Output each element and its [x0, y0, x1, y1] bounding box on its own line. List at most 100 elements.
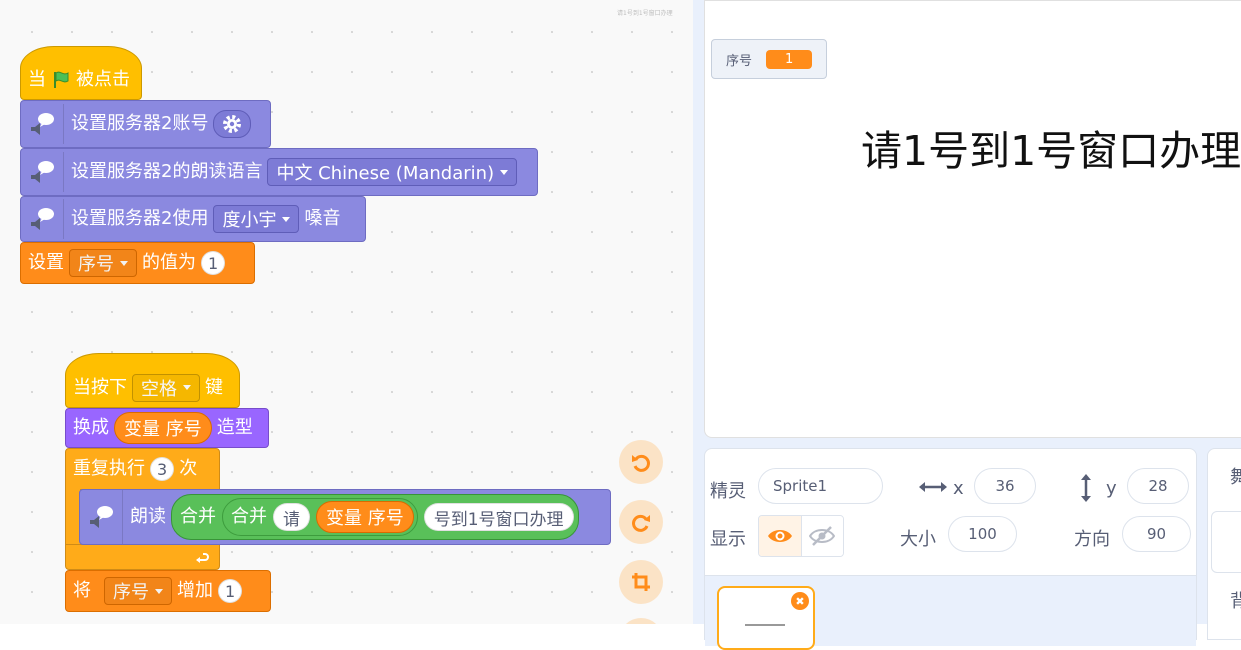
chevron-down-icon [155, 588, 163, 594]
repeat-c-arm [65, 489, 80, 545]
show-toggle-group [758, 515, 844, 557]
variable-dropdown[interactable]: 序号 [69, 249, 137, 277]
when-flag-clicked-block[interactable]: 当 被点击 [20, 46, 142, 100]
variable-monitor[interactable]: 序号 1 [711, 39, 828, 79]
speak-block[interactable]: 朗读 合并 合并 请 变量 序号 号到1号窗口办理 [79, 489, 611, 545]
chevron-down-icon [282, 216, 291, 222]
language-dropdown-value: 中文 Chinese (Mandarin) [276, 163, 495, 184]
crop-icon [632, 573, 650, 591]
x-position-icon [919, 482, 947, 492]
x-label: x [953, 478, 964, 499]
repeat-label: 重复执行 [73, 458, 145, 479]
stage-pane-title: 舞 [1230, 463, 1241, 489]
chevron-down-icon [120, 260, 128, 266]
repeat-count-input[interactable]: 3 [150, 457, 175, 481]
variable-monitor-value: 1 [766, 49, 813, 69]
sprite-text: 请1号到1号窗口办理 [861, 127, 1241, 175]
undo-button[interactable] [619, 440, 663, 484]
backdrop-thumbnail[interactable] [1211, 511, 1241, 573]
change-variable-dropdown[interactable]: 序号 [104, 577, 172, 605]
hat-key-label: 键 [205, 376, 223, 398]
set-variable-label: 设置 [28, 252, 64, 273]
direction-label: 方向 [1074, 529, 1110, 550]
eye-icon [767, 530, 792, 542]
direction-field[interactable]: 90 [1122, 516, 1191, 552]
variable-monitor-label: 序号 [726, 53, 753, 69]
set-voice-label: 设置服务器2使用 [71, 208, 209, 229]
delete-sprite-icon[interactable]: ✖ [791, 592, 809, 610]
join-variable-reporter[interactable]: 变量 序号 [316, 501, 414, 533]
set-account-label: 设置服务器2账号 [71, 113, 209, 134]
switch-costume-block[interactable]: 换成 变量 序号 造型 [65, 408, 269, 448]
stage-backdrop-pane: 舞 背 [1207, 448, 1241, 640]
voice-dropdown-value: 度小宇 [222, 210, 277, 231]
size-label: 大小 [900, 529, 936, 550]
key-dropdown-value: 空格 [141, 378, 177, 400]
join-inner-label: 合并 [231, 506, 267, 527]
language-dropdown[interactable]: 中文 Chinese (Mandarin) [267, 158, 518, 186]
text-to-speech-icon [21, 199, 64, 239]
voice-dropdown[interactable]: 度小宇 [213, 205, 300, 233]
set-variable-mid-label: 的值为 [142, 252, 196, 273]
hat-when-label: 当 [28, 69, 46, 90]
set-language-label: 设置服务器2的朗读语言 [71, 161, 263, 182]
y-position-field[interactable]: 28 [1127, 468, 1189, 504]
set-language-block[interactable]: 设置服务器2的朗读语言 中文 Chinese (Mandarin) [20, 148, 538, 196]
join-inner-reporter[interactable]: 合并 请 变量 序号 [222, 498, 418, 536]
show-sprite-button[interactable] [759, 516, 802, 556]
y-label: y [1106, 478, 1117, 499]
repeat-block[interactable]: 重复执行 3 次 [65, 448, 220, 490]
cleanup-button[interactable] [619, 560, 663, 604]
stage-canvas[interactable]: 序号 1 请1号到1号窗口办理 [704, 0, 1241, 438]
change-value-input[interactable]: 1 [218, 579, 243, 603]
hat-press-label: 当按下 [73, 376, 127, 398]
change-label: 将 [73, 580, 91, 601]
set-voice-block[interactable]: 设置服务器2使用 度小宇 嗓音 [20, 196, 366, 242]
repeat-block-bottom [65, 544, 220, 570]
set-variable-value-input[interactable]: 1 [201, 251, 226, 275]
gear-icon[interactable] [213, 110, 252, 138]
thumbnail-preview-line [745, 624, 785, 626]
text-to-speech-icon [21, 104, 64, 144]
change-variable-block[interactable]: 将 序号 增加 1 [65, 570, 271, 612]
change-mid-label: 增加 [177, 580, 213, 601]
join-text-input-1[interactable]: 请 [273, 503, 310, 531]
join-outer-label: 合并 [180, 506, 216, 527]
speak-label: 朗读 [130, 506, 166, 527]
loop-arrow-icon [196, 553, 209, 563]
undo-icon [632, 454, 650, 472]
eye-slash-icon [809, 526, 836, 546]
chevron-down-icon [183, 385, 191, 390]
join-text-input-2[interactable]: 号到1号窗口办理 [423, 503, 574, 531]
redo-icon [632, 514, 650, 532]
zoom-button[interactable] [619, 618, 663, 624]
code-workspace[interactable]: 请1号到1号窗口办理 当 被点击 设置服务器2账号 设置服务器2的朗读语言 中文… [0, 0, 693, 624]
backdrop-label: 背 [1230, 587, 1241, 613]
switch-costume-label: 换成 [73, 417, 109, 438]
hide-sprite-button[interactable] [801, 516, 843, 556]
x-position-field[interactable]: 36 [974, 468, 1036, 504]
sprite-list: ✖ [705, 575, 1196, 650]
key-dropdown[interactable]: 空格 [132, 373, 200, 402]
join-outer-reporter[interactable]: 合并 合并 请 变量 序号 号到1号窗口办理 [171, 494, 579, 540]
sprite-info-pane: 精灵 Sprite1 x 36 y 28 显示 大小 100 方向 90 ✖ [704, 448, 1197, 650]
green-flag-icon [54, 71, 69, 88]
sprite-label: 精灵 [710, 481, 746, 502]
set-account-block[interactable]: 设置服务器2账号 [20, 100, 271, 148]
voice-suffix-label: 嗓音 [304, 208, 341, 229]
when-key-pressed-block[interactable]: 当按下 空格 键 [65, 353, 240, 408]
workspace-caption: 请1号到1号窗口办理 [617, 10, 673, 17]
sprite-thumbnail[interactable]: ✖ [717, 586, 815, 650]
sprite-name-field[interactable]: Sprite1 [758, 468, 883, 504]
set-variable-block[interactable]: 设置 序号 的值为 1 [20, 242, 255, 284]
variable-dropdown-value: 序号 [78, 254, 114, 275]
hat-clicked-label: 被点击 [76, 69, 130, 90]
size-field[interactable]: 100 [948, 516, 1017, 552]
redo-button[interactable] [619, 500, 663, 544]
change-variable-dropdown-value: 序号 [113, 582, 149, 603]
text-to-speech-icon [80, 490, 123, 544]
costume-variable-reporter[interactable]: 变量 序号 [114, 412, 212, 444]
text-to-speech-icon [21, 152, 64, 192]
show-label: 显示 [710, 529, 746, 550]
chevron-down-icon [500, 169, 509, 175]
